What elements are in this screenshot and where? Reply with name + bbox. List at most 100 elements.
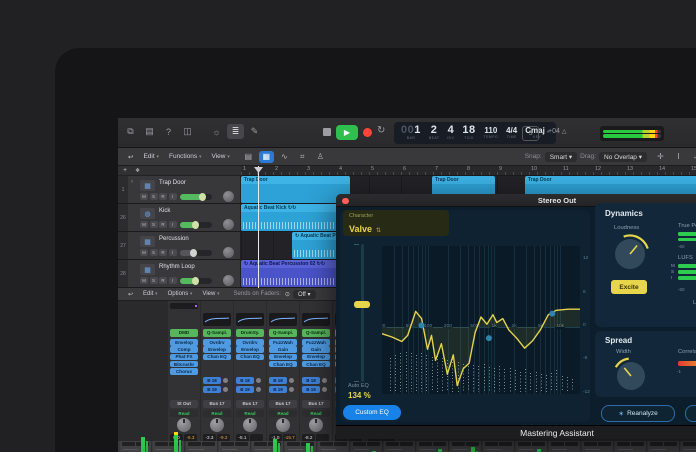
text-tool-icon[interactable]: I (671, 151, 686, 163)
arrange-back-button[interactable]: ↩ (128, 153, 133, 161)
slider-knob[interactable] (192, 277, 199, 285)
mixer-options-menu[interactable]: Options ▾ (168, 291, 193, 297)
track-m-button[interactable]: M (140, 221, 148, 228)
track-i-button[interactable]: I (168, 193, 177, 200)
view-menu[interactable]: View ▾ (212, 153, 230, 160)
send-level-knob[interactable] (289, 387, 294, 392)
audio-fx-slot[interactable]: Phat FX (170, 353, 198, 361)
disclosure-icon[interactable]: › (131, 179, 133, 185)
add-track-button[interactable]: + (123, 167, 127, 174)
eq-thumbnail[interactable] (269, 313, 297, 326)
slider-knob[interactable] (192, 221, 199, 229)
send-level-knob[interactable] (322, 387, 327, 392)
sends-on-faders-select[interactable]: Off ▾ (292, 289, 316, 299)
track-pan-knob[interactable] (223, 191, 234, 202)
cycle-button[interactable]: ↻ (377, 125, 385, 136)
mixer-edit-menu[interactable]: Edit ▾ (143, 291, 158, 297)
send-bus-button[interactable]: B 19 (203, 386, 221, 393)
smart-controls-icon[interactable]: ☼ (208, 124, 225, 139)
bypass-button[interactable]: Bypass (685, 405, 696, 422)
send-slot[interactable]: B 18 (236, 377, 261, 384)
snap-select[interactable]: Smart ▾ (544, 151, 578, 162)
output-slot[interactable]: St Out (170, 400, 198, 408)
audio-fx-slot[interactable]: FuzzWah (269, 339, 297, 346)
track-r-button[interactable]: R (159, 249, 167, 256)
eq-control-point[interactable] (418, 322, 425, 329)
track-header[interactable]: 27 ▦ Percussion M S R I (118, 232, 241, 259)
character-selector[interactable]: Character Valve ⇅ (343, 210, 449, 236)
send-slot[interactable]: B 19 (269, 386, 294, 393)
eq-frequency-graph[interactable]: 20501002005001k2k5k10k (382, 246, 580, 394)
audio-fx-slot[interactable]: Chan EQ (269, 360, 297, 368)
track-name[interactable]: Kick (159, 208, 170, 214)
automation-mode[interactable]: Read (302, 410, 330, 417)
send-level-knob[interactable] (289, 378, 294, 383)
output-slot[interactable]: Bus 17 (302, 400, 330, 408)
loudness-knob[interactable] (609, 233, 651, 275)
drummer-icon[interactable]: ♙ (313, 151, 328, 163)
audio-fx-slot[interactable]: Envelop (269, 353, 297, 361)
audio-fx-slot[interactable]: Envelop (170, 339, 198, 346)
audio-fx-slot[interactable]: FuzzWah (302, 339, 330, 346)
send-bus-button[interactable]: B 18 (203, 377, 221, 384)
input-slot[interactable]: Q-Sampl. (302, 329, 330, 337)
track-volume-slider[interactable] (180, 249, 212, 257)
track-m-button[interactable]: M (140, 193, 148, 200)
track-m-button[interactable]: M (140, 277, 148, 284)
h-zoom-icon[interactable]: ↔ (689, 151, 696, 163)
audio-fx-slot[interactable]: Chan EQ (236, 353, 264, 361)
track-name[interactable]: Rhythm Loop (159, 264, 195, 270)
send-bus-button[interactable]: B 18 (236, 377, 254, 384)
power-icon[interactable]: ⊙ (285, 291, 290, 298)
eq-thumbnail[interactable] (236, 313, 264, 326)
audio-fx-slot[interactable]: Chorus (170, 368, 198, 375)
auto-eq-slider[interactable] (354, 244, 370, 382)
edit-menu[interactable]: Edit ▾ (143, 153, 159, 160)
send-slot[interactable]: B 18 (269, 377, 294, 384)
send-slot[interactable]: B 19 (203, 386, 228, 393)
automation-mode[interactable]: Read (170, 410, 198, 417)
excite-button[interactable]: Excite (611, 280, 647, 294)
track-m-button[interactable]: M (140, 249, 148, 256)
audio-fx-slot[interactable]: Envelop (203, 346, 231, 353)
input-slot[interactable]: DMD (170, 329, 198, 337)
send-bus-button[interactable]: B 19 (236, 386, 254, 393)
track-header[interactable]: 26 ◍ Kick M S R I (118, 204, 241, 231)
eq-control-point[interactable] (485, 335, 492, 342)
send-level-knob[interactable] (223, 387, 228, 392)
inspector-icon[interactable]: ◫ (179, 124, 196, 139)
automation-mode[interactable]: Read (236, 410, 264, 417)
input-slot[interactable]: DrumSy. (236, 329, 264, 337)
library-icon[interactable]: ▤ (141, 124, 158, 139)
track-volume-slider[interactable] (180, 193, 212, 201)
send-slot[interactable]: B 18 (203, 377, 228, 384)
track-s-button[interactable]: S (149, 193, 158, 200)
send-bus-button[interactable]: B 18 (302, 377, 320, 384)
output-slot[interactable]: Bus 17 (269, 400, 297, 408)
flex-icon[interactable]: ⌗ (295, 151, 310, 163)
mixer-view-menu[interactable]: View ▾ (202, 291, 219, 297)
track-pan-knob[interactable] (223, 219, 234, 230)
send-slot[interactable]: B 19 (236, 386, 261, 393)
track-r-button[interactable]: R (159, 221, 167, 228)
input-slot[interactable]: Q-Sampl. (203, 329, 231, 337)
track-name[interactable]: Trap Door (159, 180, 186, 186)
tuner-badge[interactable]: +04 △ (548, 128, 566, 135)
track-s-button[interactable]: S (149, 277, 158, 284)
send-bus-button[interactable]: B 19 (302, 386, 320, 393)
audio-fx-slot[interactable]: Chan EQ (302, 360, 330, 368)
send-level-knob[interactable] (223, 378, 228, 383)
audio-fx-slot[interactable]: Envelop (236, 346, 264, 353)
send-level-knob[interactable] (256, 378, 261, 383)
play-button[interactable]: ▶ (336, 125, 358, 140)
audio-fx-slot[interactable]: Envelop (302, 353, 330, 361)
audio-fx-slot[interactable]: Ovrdrv (236, 339, 264, 346)
pan-knob[interactable] (210, 418, 224, 432)
slider-knob[interactable] (199, 193, 207, 201)
automation-icon[interactable]: ∿ (277, 151, 292, 163)
send-level-knob[interactable] (256, 387, 261, 392)
stop-button[interactable] (323, 128, 331, 136)
send-slot[interactable]: B 19 (302, 386, 327, 393)
crosshair-icon[interactable]: ✛ (653, 151, 668, 163)
track-i-button[interactable]: I (168, 221, 177, 228)
